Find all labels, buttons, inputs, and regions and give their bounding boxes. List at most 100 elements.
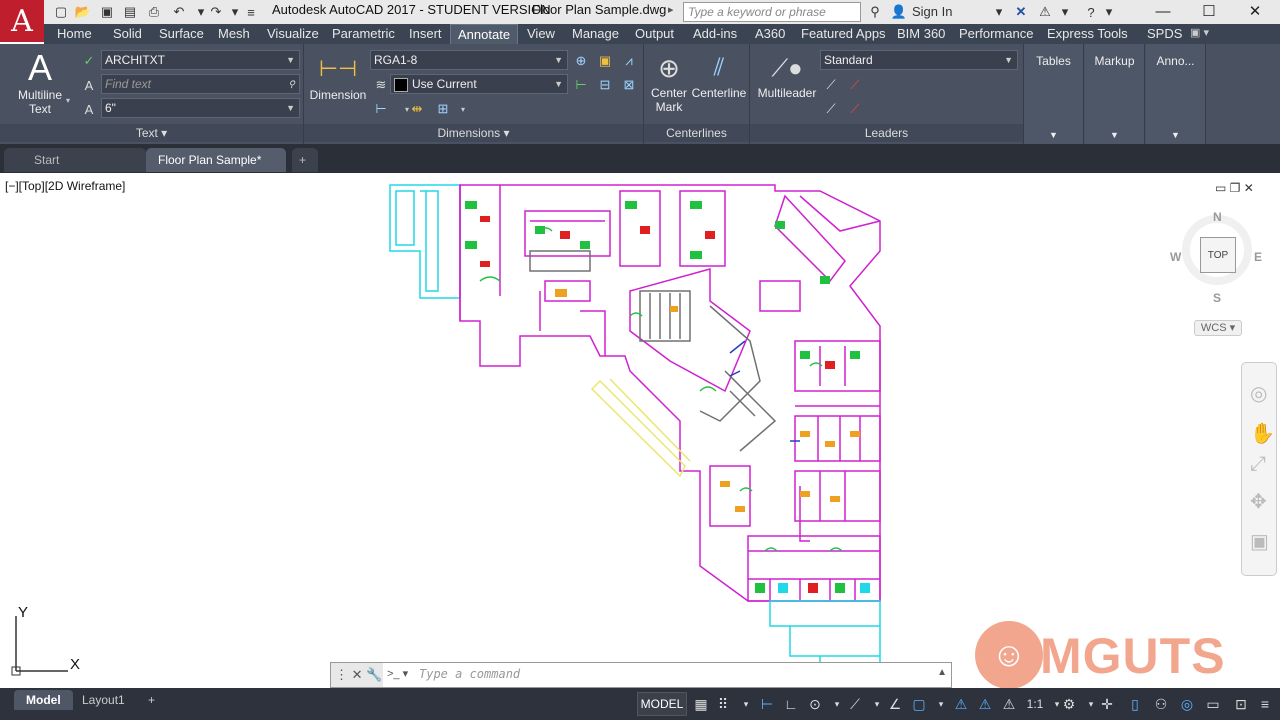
units-icon[interactable]: ▯: [1124, 692, 1146, 716]
tab-spds[interactable]: SPDS: [1140, 24, 1189, 44]
customization-menu-icon[interactable]: ≡: [1254, 692, 1276, 716]
tab-start[interactable]: Start: [4, 148, 146, 172]
tab-bim-360[interactable]: BIM 360: [890, 24, 952, 44]
compass-e[interactable]: E: [1254, 250, 1262, 264]
new-tab-button[interactable]: +: [292, 148, 318, 172]
dimensions-panel-title[interactable]: Dimensions ▾: [304, 124, 643, 142]
text-style-select[interactable]: ARCHITXT ▼: [101, 50, 300, 70]
sign-in-link[interactable]: Sign In: [912, 4, 952, 19]
break-dropdown-icon[interactable]: ▾: [454, 100, 472, 118]
tab-solid[interactable]: Solid: [106, 24, 149, 44]
dimension-button[interactable]: ⊢⊣ Dimension: [308, 50, 368, 102]
plus-icon[interactable]: ✛: [1096, 692, 1118, 716]
tab-visualize[interactable]: Visualize: [260, 24, 326, 44]
a360-icon[interactable]: ⚠: [1036, 3, 1054, 21]
exchange-icon[interactable]: ✕: [1012, 3, 1030, 21]
viewport-window-controls[interactable]: ▭ ❐ ✕: [1215, 181, 1254, 195]
help-dropdown-icon[interactable]: ▾: [1100, 3, 1118, 21]
redo-icon[interactable]: ↷: [207, 3, 225, 21]
center-mark-button[interactable]: ⊕ Center Mark: [646, 50, 692, 114]
object-snap-icon[interactable]: ▢: [908, 692, 930, 716]
signin-dropdown-icon[interactable]: ▾: [990, 3, 1008, 21]
tab-performance[interactable]: Performance: [952, 24, 1040, 44]
leaders-panel-title[interactable]: Leaders: [750, 124, 1023, 142]
floor-plan-drawing[interactable]: [380, 181, 900, 681]
clean-screen-icon[interactable]: ⊡: [1230, 692, 1252, 716]
tab-parametric[interactable]: Parametric: [325, 24, 402, 44]
wcs-menu[interactable]: WCS ▾: [1194, 320, 1242, 336]
zoom-extents-icon[interactable]: ⤢: [1250, 453, 1266, 476]
minimize-button[interactable]: —: [1140, 0, 1186, 22]
tab-view[interactable]: View: [520, 24, 562, 44]
tab-mesh[interactable]: Mesh: [211, 24, 257, 44]
ortho-icon[interactable]: ∟: [780, 692, 802, 716]
viewcube[interactable]: TOP N S E W: [1170, 203, 1270, 313]
tab-output[interactable]: Output: [628, 24, 681, 44]
viewport-controls[interactable]: [−][Top][2D Wireframe]: [5, 179, 125, 193]
markup-panel[interactable]: Markup ▼: [1085, 44, 1145, 144]
pan-icon[interactable]: ✋: [1250, 421, 1275, 446]
collect-leader-icon[interactable]: ⟋: [846, 100, 864, 118]
new-layout-button[interactable]: +: [136, 690, 167, 710]
command-prompt-icon[interactable]: >_ ▾: [387, 667, 408, 680]
save-as-icon[interactable]: ▤: [121, 3, 139, 21]
inspect-icon[interactable]: ▣: [596, 52, 614, 70]
viewcube-top-face[interactable]: TOP: [1200, 237, 1236, 273]
compass-n[interactable]: N: [1213, 210, 1222, 224]
annotation-visibility-icon[interactable]: ⚠: [950, 692, 972, 716]
tables-panel[interactable]: Tables ▼: [1024, 44, 1084, 144]
plot-icon[interactable]: ⎙: [145, 3, 163, 21]
tab-model[interactable]: Model: [14, 690, 73, 710]
tab-surface[interactable]: Surface: [152, 24, 211, 44]
snap-dropdown-icon[interactable]: ▾: [735, 692, 757, 716]
annotation-scaling-panel[interactable]: Anno... ▼: [1146, 44, 1206, 144]
ribbon-minimize-icon[interactable]: ▣ ▾: [1190, 26, 1209, 39]
command-history-icon[interactable]: ▲: [937, 667, 947, 678]
application-menu-button[interactable]: A: [0, 0, 44, 42]
polar-icon[interactable]: ⊙: [804, 692, 826, 716]
update-icon[interactable]: ⊢: [572, 76, 590, 94]
close-button[interactable]: ✕: [1232, 0, 1278, 22]
multileader-button[interactable]: ⟋● Multileader: [754, 52, 820, 100]
showmotion-icon[interactable]: ▣: [1250, 529, 1269, 554]
find-text-input[interactable]: Find text ⚲: [101, 74, 300, 94]
quick-properties-icon[interactable]: ⚇: [1150, 692, 1172, 716]
isolate-objects-icon[interactable]: ▭: [1202, 692, 1224, 716]
orbit-icon[interactable]: ✥: [1250, 489, 1267, 514]
find-icon[interactable]: ⚲: [288, 75, 295, 93]
customize-qat-icon[interactable]: ≡: [242, 3, 260, 21]
new-icon[interactable]: ▢: [52, 3, 70, 21]
customize-wrench-icon[interactable]: 🔧: [366, 667, 382, 682]
remove-leader-icon[interactable]: ⟋: [846, 76, 864, 94]
align-leader-icon[interactable]: ⟋: [822, 100, 840, 118]
a360-dropdown-icon[interactable]: ▾: [1056, 3, 1074, 21]
text-panel-title[interactable]: Text ▾: [0, 124, 303, 142]
save-icon[interactable]: ▣: [98, 3, 116, 21]
override-icon[interactable]: ⊠: [620, 76, 638, 94]
continue-icon[interactable]: ⊢: [372, 100, 390, 118]
annotation-scale-icon[interactable]: ⚠: [998, 692, 1020, 716]
tab-insert[interactable]: Insert: [402, 24, 449, 44]
reassociate-icon[interactable]: ⊟: [596, 76, 614, 94]
tab-annotate[interactable]: Annotate: [450, 24, 519, 44]
tab-express-tools[interactable]: Express Tools: [1040, 24, 1135, 44]
quick-dim-icon[interactable]: ⇹: [408, 100, 426, 118]
close-command-icon[interactable]: ✕: [352, 667, 363, 682]
tab-a360[interactable]: A360: [748, 24, 792, 44]
drawing-viewport[interactable]: [−][Top][2D Wireframe] ▭ ❐ ✕ Y X TOP N S…: [0, 173, 1280, 689]
tab-home[interactable]: Home: [50, 24, 99, 44]
multiline-dropdown-icon[interactable]: ▾: [66, 96, 70, 105]
snap-icon[interactable]: ⠿: [712, 692, 734, 716]
binoculars-icon[interactable]: ⚲: [866, 3, 884, 21]
check-spelling-icon[interactable]: ✓: [80, 52, 98, 70]
isodraft-icon[interactable]: ⟋: [844, 692, 866, 716]
osnap-dropdown-icon[interactable]: ▾: [930, 692, 952, 716]
auto-scale-icon[interactable]: ⚠: [974, 692, 996, 716]
grid-icon[interactable]: ▦: [690, 692, 712, 716]
mleader-style-select[interactable]: Standard ▼: [820, 50, 1018, 70]
maximize-button[interactable]: ☐: [1186, 0, 1232, 22]
user-icon[interactable]: 👤: [890, 3, 908, 21]
tab-featured-apps[interactable]: Featured Apps: [794, 24, 893, 44]
multiline-text-button[interactable]: A Multiline Text: [10, 48, 70, 117]
text-height-select[interactable]: 6" ▼: [101, 98, 300, 118]
